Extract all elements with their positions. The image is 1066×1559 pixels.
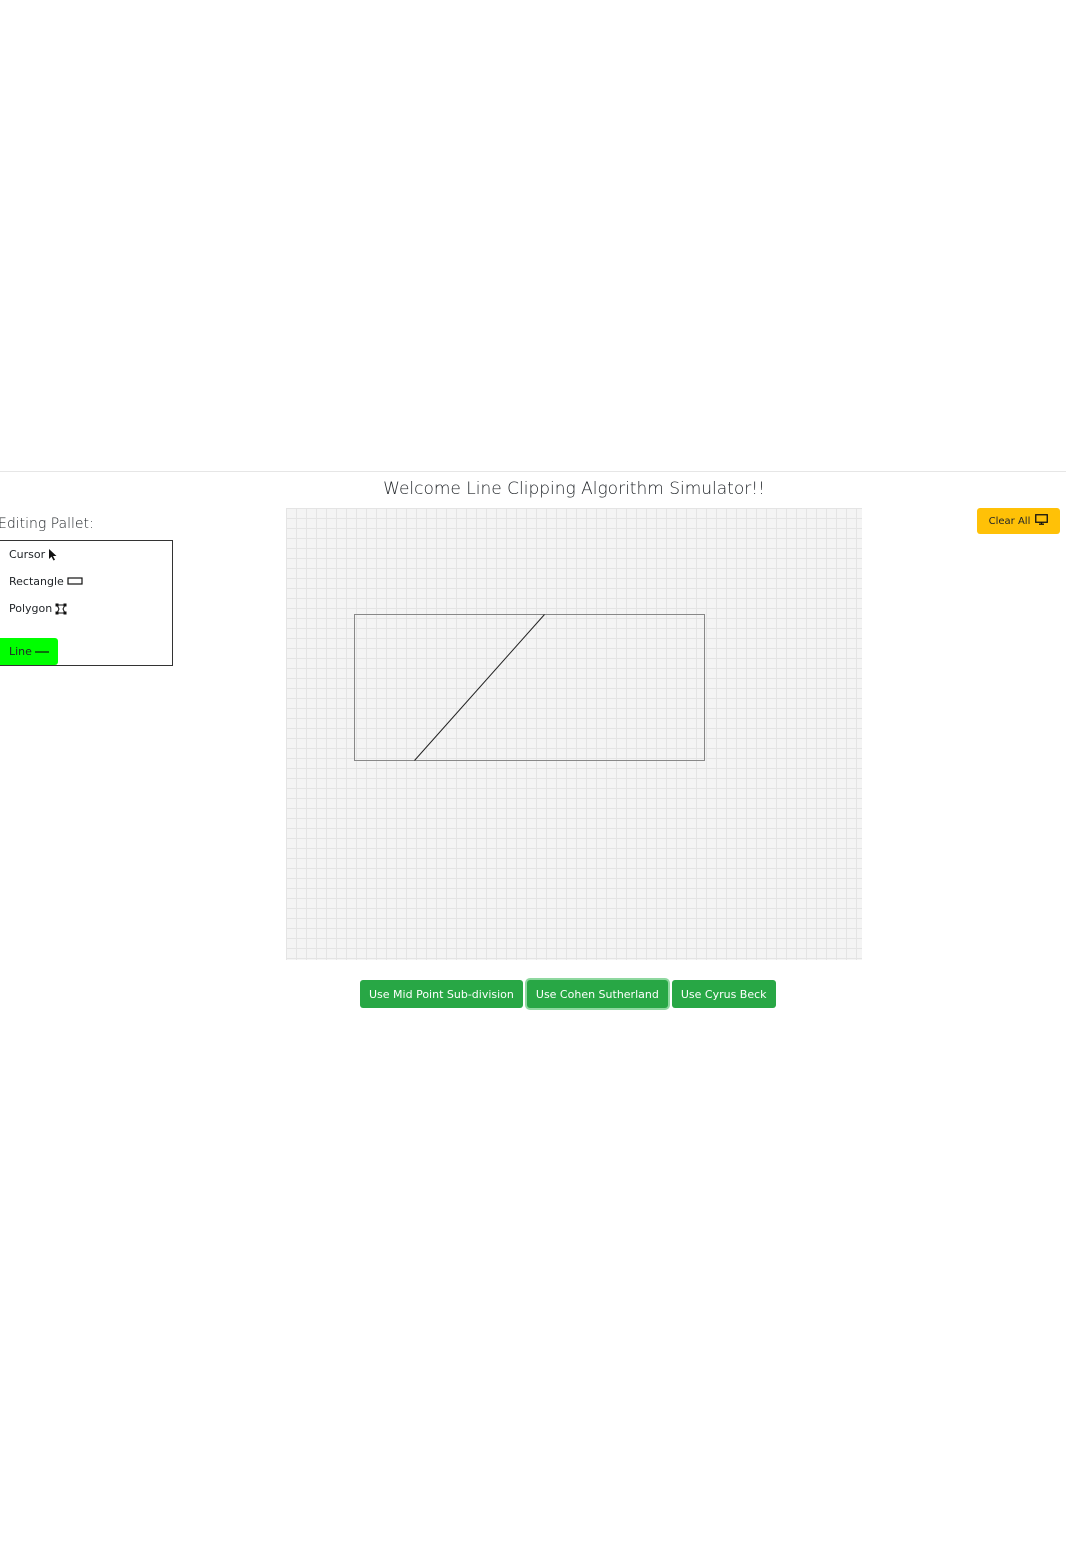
page-title: Welcome Line Clipping Algorithm Simulato… [383, 479, 765, 499]
tool-cursor-label: Cursor [9, 548, 46, 561]
tool-line-label: Line [9, 645, 32, 658]
tool-rectangle[interactable]: Rectangle [9, 575, 83, 588]
clear-all-label: Clear All [988, 515, 1031, 527]
tool-polygon[interactable]: Polygon [9, 602, 67, 615]
monitor-icon [1035, 514, 1049, 528]
rectangle-icon [67, 577, 83, 586]
editing-pallet: Cursor Rectangle Polygon Line [0, 540, 173, 666]
top-divider [0, 471, 1066, 472]
mid-point-subdivision-button[interactable]: Use Mid Point Sub-division [360, 980, 523, 1008]
tool-rectangle-label: Rectangle [9, 575, 64, 588]
clear-all-button[interactable]: Clear All [977, 508, 1060, 534]
clip-window-rectangle [354, 614, 705, 761]
drawn-line [414, 614, 545, 761]
tool-line[interactable]: Line [0, 638, 58, 665]
polygon-icon [55, 603, 67, 615]
line-icon [34, 649, 49, 655]
cohen-sutherland-button[interactable]: Use Cohen Sutherland [526, 980, 668, 1008]
tool-polygon-label: Polygon [9, 602, 53, 615]
tool-cursor[interactable]: Cursor [9, 548, 57, 561]
algorithm-buttons: Use Mid Point Sub-division Use Cohen Sut… [360, 980, 776, 1008]
cyrus-beck-button[interactable]: Use Cyrus Beck [671, 980, 776, 1008]
drawing-canvas[interactable] [286, 508, 862, 960]
cursor-arrow-icon [48, 548, 57, 561]
canvas-drawing [354, 614, 705, 761]
pallet-heading: Editing Pallet: [0, 516, 94, 532]
